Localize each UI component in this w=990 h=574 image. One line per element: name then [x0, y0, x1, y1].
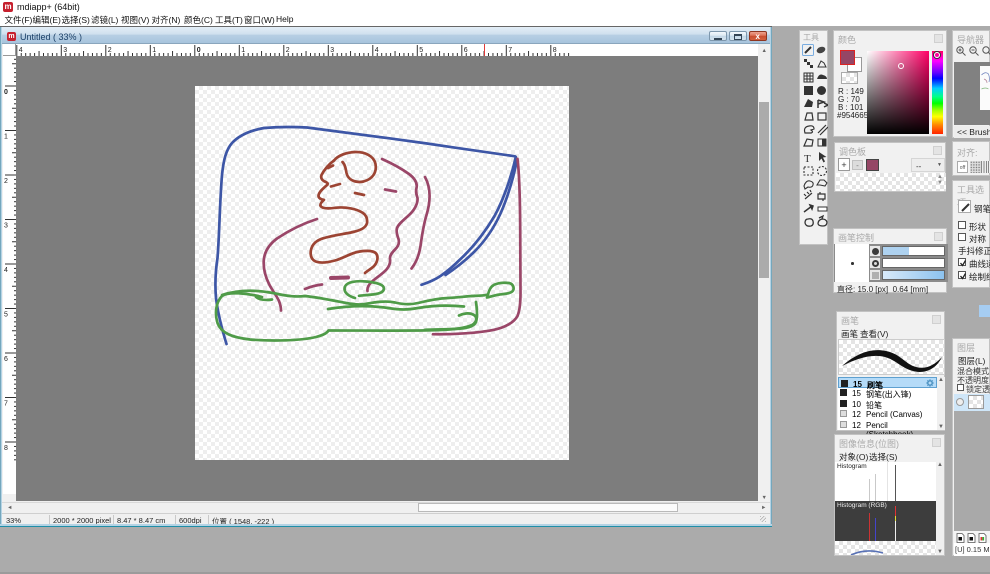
svg-text:1: 1	[4, 134, 8, 141]
svg-text:5: 5	[4, 312, 8, 319]
svg-text:1: 1	[241, 47, 245, 54]
svg-text:4: 4	[4, 267, 8, 274]
svg-text:8: 8	[553, 47, 557, 54]
svg-text:5: 5	[419, 47, 423, 54]
svg-text:0: 0	[197, 47, 201, 54]
svg-text:3: 3	[4, 223, 8, 230]
svg-text:1: 1	[152, 47, 156, 54]
svg-text:3: 3	[63, 47, 67, 54]
svg-text:3: 3	[330, 47, 334, 54]
svg-text:2: 2	[108, 47, 112, 54]
svg-text:2: 2	[4, 178, 8, 185]
svg-text:4: 4	[375, 47, 379, 54]
svg-text:6: 6	[464, 47, 468, 54]
svg-text:6: 6	[4, 356, 8, 363]
svg-text:0: 0	[4, 89, 8, 96]
svg-text:7: 7	[4, 401, 8, 408]
svg-text:8: 8	[4, 445, 8, 452]
svg-text:4: 4	[19, 47, 23, 54]
svg-text:7: 7	[508, 47, 512, 54]
svg-text:2: 2	[286, 47, 290, 54]
svg-text:T: T	[804, 153, 811, 165]
